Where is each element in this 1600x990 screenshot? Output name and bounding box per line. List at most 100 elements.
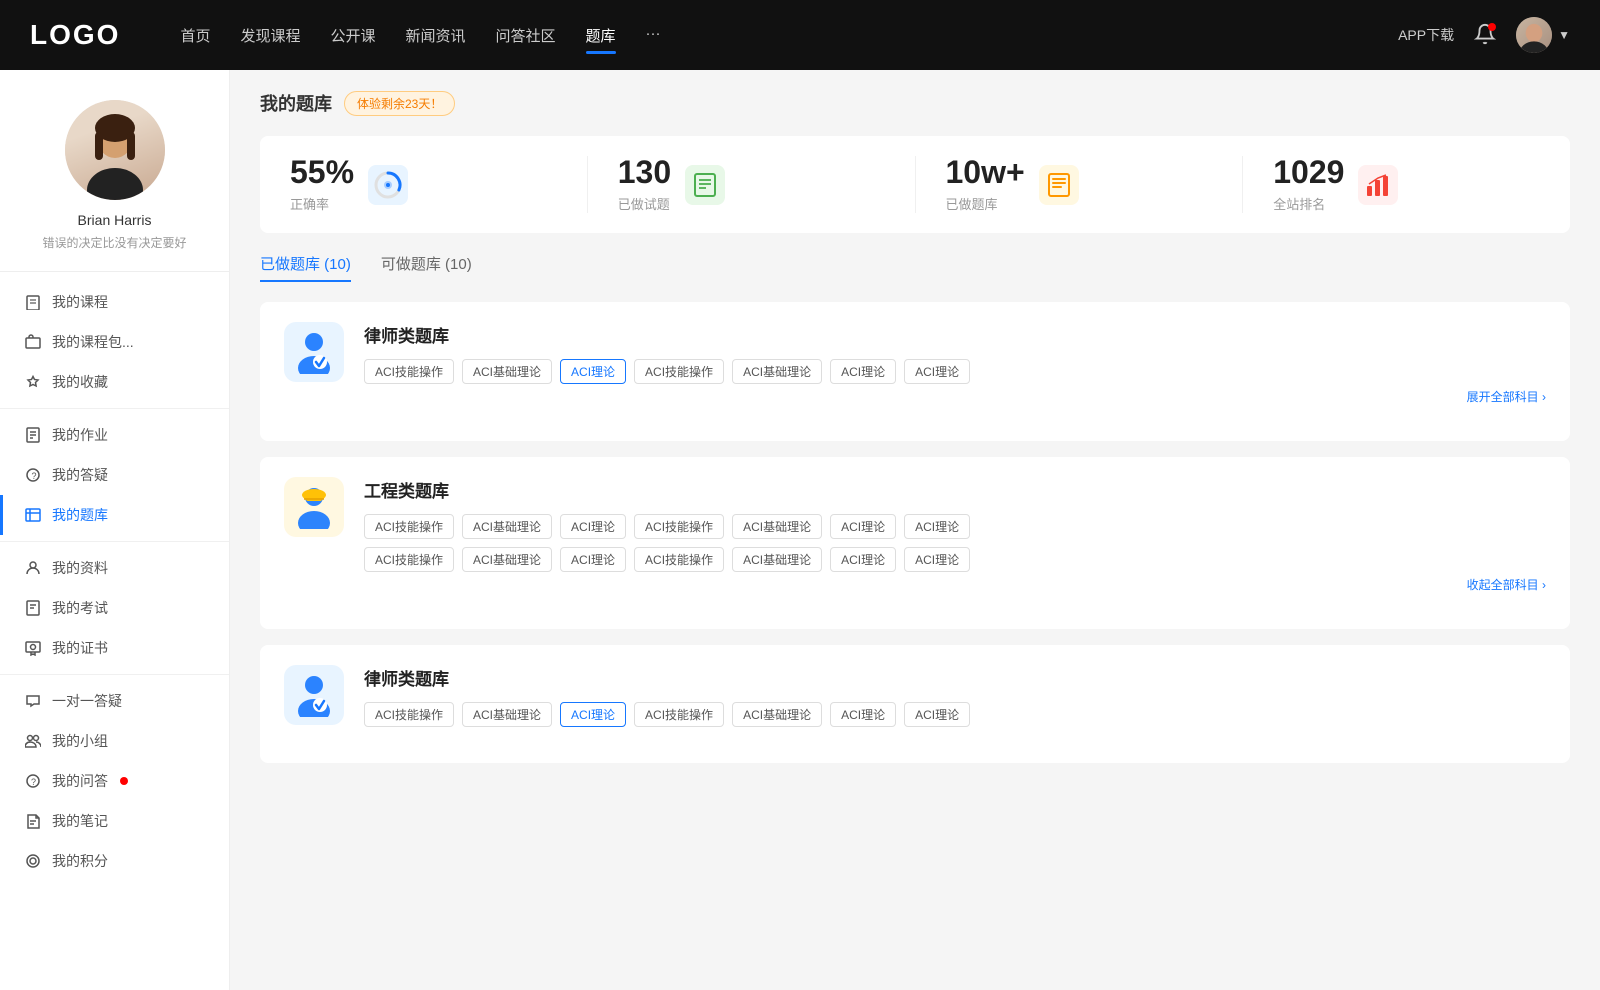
sidebar-label-questions: 我的问答 <box>52 771 108 791</box>
nav-discover[interactable]: 发现课程 <box>240 21 300 50</box>
tag[interactable]: ACI理论 <box>830 547 896 572</box>
questions-icon: ? <box>24 772 42 790</box>
tag[interactable]: ACI理论 <box>830 359 896 384</box>
sidebar-item-group[interactable]: 我的小组 <box>0 721 229 761</box>
user-avatar-dropdown[interactable]: ▼ <box>1516 17 1570 53</box>
stats-row: 55% 正确率 130 已做试题 <box>260 136 1570 233</box>
tag[interactable]: ACI技能操作 <box>364 547 454 572</box>
sidebar-item-notes[interactable]: 我的笔记 <box>0 801 229 841</box>
stat-accuracy-info: 55% 正确率 <box>290 156 354 213</box>
page-title: 我的题库 <box>260 90 332 116</box>
tag-active[interactable]: ACI理论 <box>560 359 626 384</box>
app-download-link[interactable]: APP下载 <box>1398 25 1454 45</box>
sidebar-item-homework[interactable]: 我的作业 <box>0 415 229 455</box>
nav-divider-1 <box>0 408 229 409</box>
course-packs-icon <box>24 333 42 351</box>
tag[interactable]: ACI理论 <box>904 359 970 384</box>
sidebar-item-favorites[interactable]: 我的收藏 <box>0 362 229 402</box>
sidebar-label-homework: 我的作业 <box>52 425 108 445</box>
tag[interactable]: ACI理论 <box>830 702 896 727</box>
expand-lawyer-1[interactable]: 展开全部科目 › <box>364 388 1546 405</box>
tab-todo[interactable]: 可做题库 (10) <box>381 253 472 282</box>
sidebar-avatar <box>65 100 165 200</box>
tag[interactable]: ACI技能操作 <box>634 514 724 539</box>
nav-qbank[interactable]: 题库 <box>586 21 616 50</box>
sidebar-item-profile[interactable]: 我的资料 <box>0 548 229 588</box>
tag[interactable]: ACI基础理论 <box>462 702 552 727</box>
one-on-one-icon <box>24 692 42 710</box>
tab-done[interactable]: 已做题库 (10) <box>260 253 351 282</box>
tag[interactable]: ACI理论 <box>904 514 970 539</box>
nav-public-course[interactable]: 公开课 <box>330 21 375 50</box>
courses-icon <box>24 293 42 311</box>
stat-accuracy-value: 55% <box>290 156 354 188</box>
notification-bell[interactable] <box>1474 23 1496 48</box>
logo[interactable]: LOGO <box>30 19 120 51</box>
qa-icon: ? <box>24 466 42 484</box>
svg-text:?: ? <box>32 471 37 481</box>
qbank-lawyer-1-tags: ACI技能操作 ACI基础理论 ACI理论 ACI技能操作 ACI基础理论 AC… <box>364 359 1546 384</box>
tabs: 已做题库 (10) 可做题库 (10) <box>260 253 1570 282</box>
trial-badge: 体验剩余23天！ <box>344 91 455 116</box>
tag[interactable]: ACI技能操作 <box>634 547 724 572</box>
qbank-lawyer-2-content: 律师类题库 ACI技能操作 ACI基础理论 ACI理论 ACI技能操作 ACI基… <box>364 665 1546 727</box>
stat-questions-info: 130 已做试题 <box>618 156 671 213</box>
nav-more[interactable]: ··· <box>646 21 661 50</box>
qbank-card-engineer: 工程类题库 ACI技能操作 ACI基础理论 ACI理论 ACI技能操作 ACI基… <box>260 457 1570 629</box>
stat-ranking-info: 1029 全站排名 <box>1273 156 1344 213</box>
collapse-engineer[interactable]: 收起全部科目 › <box>364 576 1546 593</box>
sidebar-item-exam[interactable]: 我的考试 <box>0 588 229 628</box>
tag[interactable]: ACI技能操作 <box>634 359 724 384</box>
qbank-card-lawyer-1: 律师类题库 ACI技能操作 ACI基础理论 ACI理论 ACI技能操作 ACI基… <box>260 302 1570 441</box>
cert-icon <box>24 639 42 657</box>
sidebar-item-course-packs[interactable]: 我的课程包... <box>0 322 229 362</box>
sidebar-item-qbank[interactable]: 我的题库 <box>0 495 229 535</box>
tag-active[interactable]: ACI理论 <box>560 702 626 727</box>
nav-divider-3 <box>0 674 229 675</box>
tag[interactable]: ACI技能操作 <box>364 702 454 727</box>
tag[interactable]: ACI基础理论 <box>462 359 552 384</box>
sidebar-label-group: 我的小组 <box>52 731 108 751</box>
qbank-card-header-lawyer-2: 律师类题库 ACI技能操作 ACI基础理论 ACI理论 ACI技能操作 ACI基… <box>284 665 1546 727</box>
sidebar-item-one-on-one[interactable]: 一对一答疑 <box>0 681 229 721</box>
sidebar-label-qa: 我的答疑 <box>52 465 108 485</box>
sidebar-item-courses[interactable]: 我的课程 <box>0 282 229 322</box>
qbank-card-header-engineer: 工程类题库 ACI技能操作 ACI基础理论 ACI理论 ACI技能操作 ACI基… <box>284 477 1546 593</box>
tag[interactable]: ACI基础理论 <box>732 359 822 384</box>
sidebar-label-favorites: 我的收藏 <box>52 372 108 392</box>
sidebar-label-points: 我的积分 <box>52 851 108 871</box>
tag[interactable]: ACI基础理论 <box>732 547 822 572</box>
notes-icon <box>24 812 42 830</box>
page-layout: Brian Harris 错误的决定比没有决定要好 我的课程 我的课程包... <box>0 70 1600 990</box>
tag[interactable]: ACI技能操作 <box>634 702 724 727</box>
sidebar-item-points[interactable]: 我的积分 <box>0 841 229 881</box>
tag[interactable]: ACI理论 <box>560 514 626 539</box>
sidebar-label-exam: 我的考试 <box>52 598 108 618</box>
favorites-icon <box>24 373 42 391</box>
tag[interactable]: ACI基础理论 <box>732 702 822 727</box>
qbank-engineer-tags-row2: ACI技能操作 ACI基础理论 ACI理论 ACI技能操作 ACI基础理论 AC… <box>364 547 1546 572</box>
qbank-lawyer-2-icon <box>284 665 344 725</box>
nav-qa[interactable]: 问答社区 <box>496 21 556 50</box>
sidebar-item-qa[interactable]: ? 我的答疑 <box>0 455 229 495</box>
tag[interactable]: ACI基础理论 <box>462 514 552 539</box>
tag[interactable]: ACI基础理论 <box>732 514 822 539</box>
qbank-card-header-lawyer-1: 律师类题库 ACI技能操作 ACI基础理论 ACI理论 ACI技能操作 ACI基… <box>284 322 1546 405</box>
tag[interactable]: ACI理论 <box>560 547 626 572</box>
sidebar-item-questions[interactable]: ? 我的问答 <box>0 761 229 801</box>
tag[interactable]: ACI理论 <box>904 702 970 727</box>
stat-ranking-icon <box>1358 165 1398 205</box>
tag[interactable]: ACI理论 <box>830 514 896 539</box>
qbank-engineer-tags-row1: ACI技能操作 ACI基础理论 ACI理论 ACI技能操作 ACI基础理论 AC… <box>364 514 1546 539</box>
stat-ranking: 1029 全站排名 <box>1243 156 1570 213</box>
tag[interactable]: ACI技能操作 <box>364 359 454 384</box>
homework-icon <box>24 426 42 444</box>
sidebar-item-cert[interactable]: 我的证书 <box>0 628 229 668</box>
points-icon <box>24 852 42 870</box>
nav-home[interactable]: 首页 <box>180 21 210 50</box>
sidebar-label-notes: 我的笔记 <box>52 811 108 831</box>
nav-news[interactable]: 新闻资讯 <box>406 21 466 50</box>
tag[interactable]: ACI基础理论 <box>462 547 552 572</box>
tag[interactable]: ACI技能操作 <box>364 514 454 539</box>
tag[interactable]: ACI理论 <box>904 547 970 572</box>
